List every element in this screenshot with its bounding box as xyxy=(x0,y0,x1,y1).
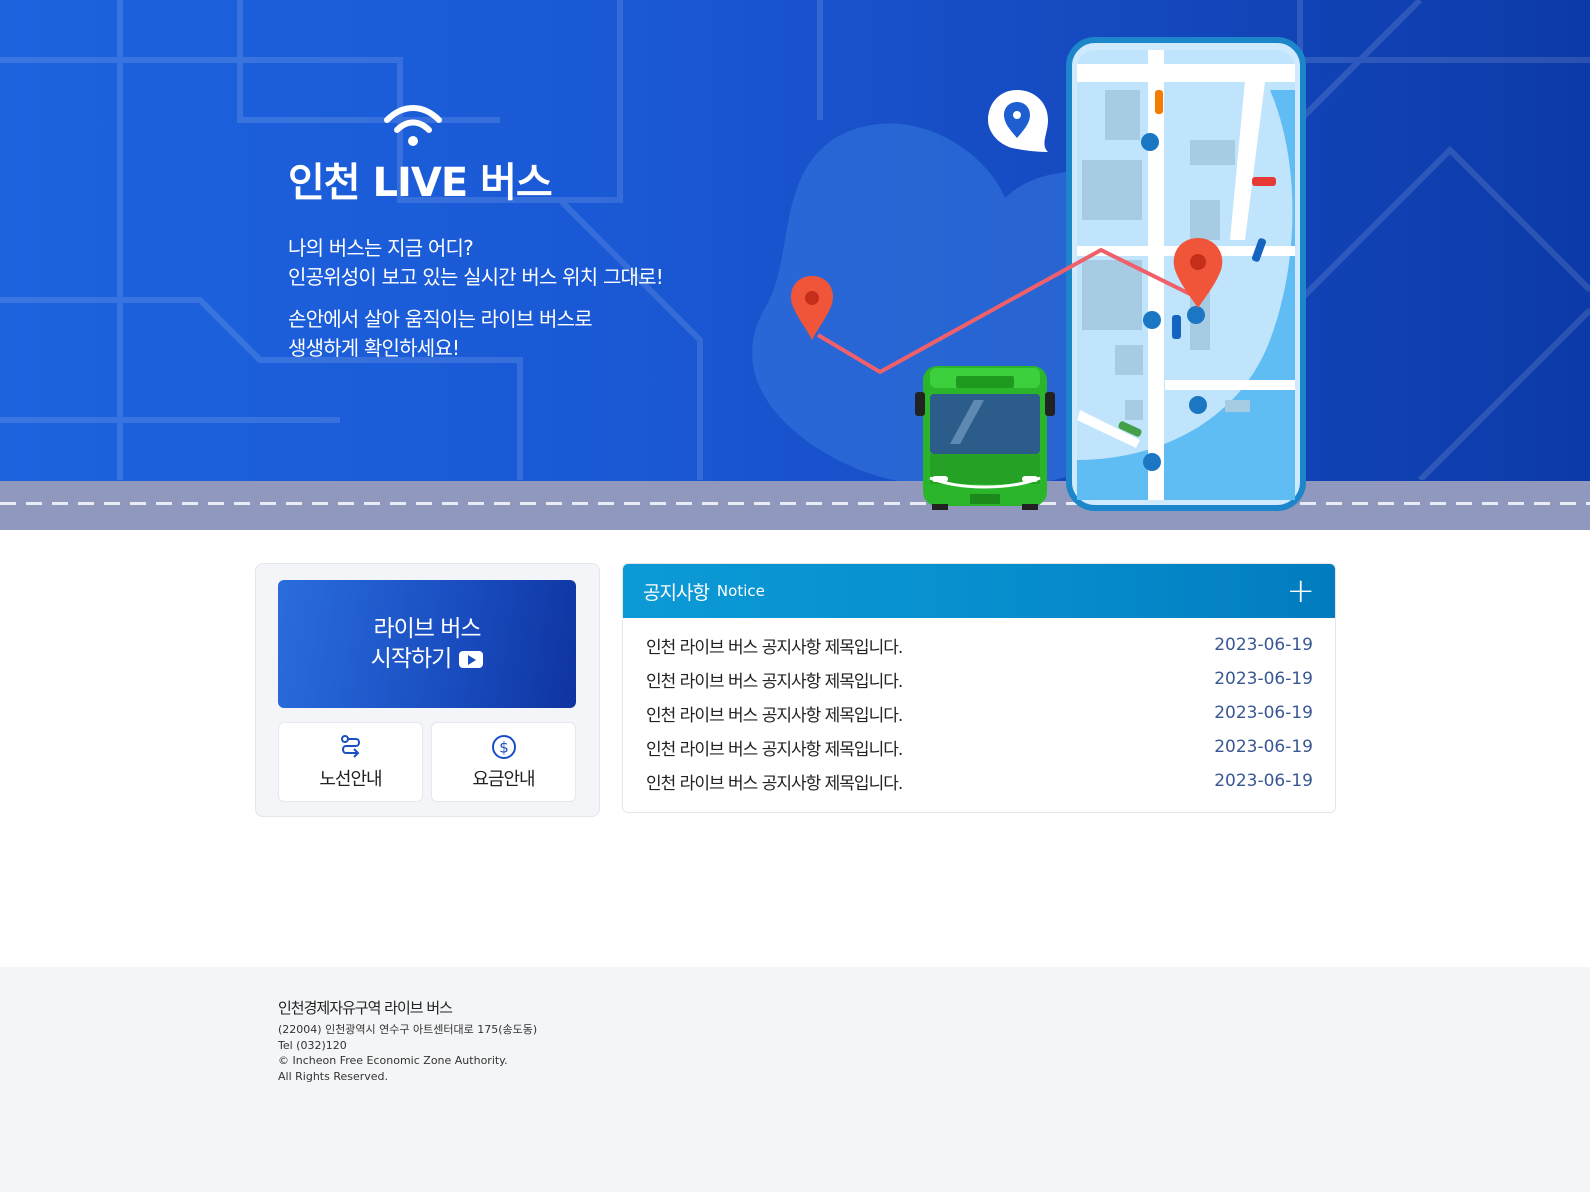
start-button-label-2: 시작하기 xyxy=(370,646,453,672)
footer: 인천경제자유구역 라이브 버스 (22004) 인천광역시 연수구 아트센터대로… xyxy=(0,967,1590,1192)
start-button-label-1: 라이브 버스 xyxy=(373,616,481,642)
notice-item-title[interactable]: 인천 라이브 버스 공지사항 제목입니다. xyxy=(646,769,903,794)
notice-title-en: Notice xyxy=(716,582,765,600)
hero-illustration xyxy=(790,37,1306,511)
start-button-label-row: 시작하기 xyxy=(371,644,484,674)
hero-banner: 인천 LIVE 버스 나의 버스는 지금 어디? 인공위성이 보고 있는 실시간… xyxy=(0,0,1590,530)
notice-header: 공지사항 Notice + xyxy=(623,564,1335,618)
footer-rights: All Rights Reserved. xyxy=(278,1070,389,1083)
route-info-label: 노선안내 xyxy=(319,768,382,790)
footer-org-name: 인천경제자유구역 라이브 버스 xyxy=(278,999,453,1017)
start-live-bus-button[interactable]: 라이브 버스 시작하기 xyxy=(278,580,576,708)
location-pin-left xyxy=(790,276,834,340)
bus-illustration xyxy=(915,366,1055,510)
fare-info-button[interactable]: $ 요금안내 xyxy=(431,722,576,802)
svg-text:$: $ xyxy=(499,738,509,756)
notice-item[interactable]: 인천 라이브 버스 공지사항 제목입니다. 2023-06-19 xyxy=(646,662,1313,696)
dollar-icon: $ xyxy=(491,734,516,759)
notice-item[interactable]: 인천 라이브 버스 공지사항 제목입니다. 2023-06-19 xyxy=(646,628,1313,662)
notice-item-title[interactable]: 인천 라이브 버스 공지사항 제목입니다. xyxy=(646,735,903,760)
notice-item-date: 2023-06-19 xyxy=(1214,703,1313,723)
notice-item-title[interactable]: 인천 라이브 버스 공지사항 제목입니다. xyxy=(646,701,903,726)
route-info-button[interactable]: 노선안내 xyxy=(278,722,423,802)
footer-tel: Tel (032)120 xyxy=(278,1039,347,1052)
route-icon xyxy=(340,734,360,758)
notice-item-title[interactable]: 인천 라이브 버스 공지사항 제목입니다. xyxy=(646,667,903,692)
notice-item-date: 2023-06-19 xyxy=(1214,635,1313,655)
notice-title-ko: 공지사항 xyxy=(643,581,710,604)
play-icon xyxy=(459,650,484,668)
notice-item-title[interactable]: 인천 라이브 버스 공지사항 제목입니다. xyxy=(646,633,903,658)
notice-item[interactable]: 인천 라이브 버스 공지사항 제목입니다. 2023-06-19 xyxy=(646,696,1313,730)
notice-more-icon[interactable]: + xyxy=(1287,574,1316,608)
fare-info-label: 요금안내 xyxy=(472,768,535,790)
map-pin-bubble xyxy=(988,90,1048,152)
notice-item-date: 2023-06-19 xyxy=(1214,737,1313,757)
footer-copyright: © Incheon Free Economic Zone Authority. xyxy=(278,1054,508,1067)
notice-item-date: 2023-06-19 xyxy=(1214,669,1313,689)
notice-item-date: 2023-06-19 xyxy=(1214,771,1313,791)
notice-item[interactable]: 인천 라이브 버스 공지사항 제목입니다. 2023-06-19 xyxy=(646,764,1313,798)
footer-address: (22004) 인천광역시 연수구 아트센터대로 175(송도동) xyxy=(278,1023,538,1036)
quick-menu-panel: 라이브 버스 시작하기 노선안내 $ 요금안내 xyxy=(255,563,600,817)
notice-board: 공지사항 Notice + 인천 라이브 버스 공지사항 제목입니다. 2023… xyxy=(622,563,1336,813)
notice-item[interactable]: 인천 라이브 버스 공지사항 제목입니다. 2023-06-19 xyxy=(646,730,1313,764)
notice-list: 인천 라이브 버스 공지사항 제목입니다. 2023-06-19 인천 라이브 … xyxy=(623,618,1335,798)
